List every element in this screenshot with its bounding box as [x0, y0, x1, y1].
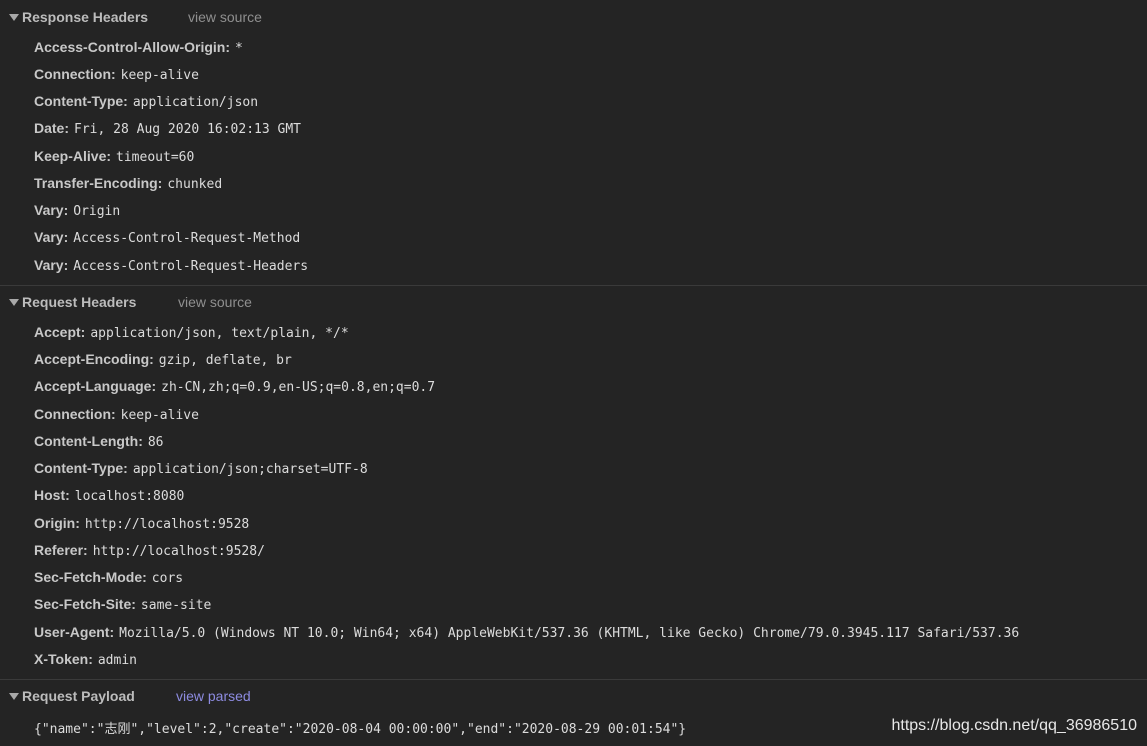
- response-headers-header[interactable]: Response Headers view source: [0, 8, 1147, 30]
- header-row: Sec-Fetch-Site: same-site: [34, 596, 211, 616]
- header-row: Vary: Access-Control-Request-Headers: [34, 257, 308, 277]
- header-value: Fri, 28 Aug 2020 16:02:13 GMT: [74, 122, 301, 137]
- header-row: Vary: Origin: [34, 202, 120, 222]
- request-headers-header[interactable]: Request Headers view source: [0, 293, 1147, 315]
- header-name: Content-Length:: [34, 433, 143, 449]
- header-value: application/json, text/plain, */*: [90, 326, 349, 341]
- header-name: Connection:: [34, 66, 116, 82]
- header-value: same-site: [140, 598, 212, 613]
- header-value: Mozilla/5.0 (Windows NT 10.0; Win64; x64…: [119, 626, 1020, 641]
- view-parsed-link[interactable]: view parsed: [176, 688, 251, 704]
- request-headers-title[interactable]: Request Headers: [22, 294, 136, 310]
- header-row: Access-Control-Allow-Origin: *: [34, 39, 243, 59]
- response-view-source-link[interactable]: view source: [188, 9, 262, 25]
- caret-down-icon[interactable]: [9, 14, 19, 21]
- header-row: Connection: keep-alive: [34, 66, 199, 86]
- header-name: Accept-Encoding:: [34, 351, 154, 367]
- request-view-source-link[interactable]: view source: [178, 294, 252, 310]
- header-row: Content-Type: application/json: [34, 93, 258, 113]
- header-value: keep-alive: [120, 408, 199, 423]
- header-row: Keep-Alive: timeout=60: [34, 148, 194, 168]
- header-value: keep-alive: [120, 68, 199, 83]
- header-row: Connection: keep-alive: [34, 406, 199, 426]
- header-value: http://localhost:9528: [84, 517, 250, 532]
- request-payload-header[interactable]: Request Payload view parsed: [0, 687, 1147, 709]
- header-row: X-Token: admin: [34, 651, 137, 671]
- section-divider: [0, 679, 1147, 680]
- header-name: User-Agent:: [34, 624, 115, 640]
- payload-body: {"name":"志刚","level":2,"create":"2020-08…: [34, 722, 687, 737]
- header-row: Referer: http://localhost:9528/: [34, 542, 265, 562]
- header-name: Origin:: [34, 515, 80, 531]
- header-name: Content-Type:: [34, 460, 128, 476]
- header-name: Vary:: [34, 229, 69, 245]
- header-name: Transfer-Encoding:: [34, 175, 163, 191]
- response-headers-title[interactable]: Response Headers: [22, 9, 148, 25]
- header-name: Sec-Fetch-Mode:: [34, 569, 147, 585]
- header-value: timeout=60: [116, 150, 195, 165]
- header-name: Content-Type:: [34, 93, 128, 109]
- header-name: Vary:: [34, 257, 69, 273]
- watermark-url: https://blog.csdn.net/qq_36986510: [891, 717, 1137, 734]
- header-value: chunked: [167, 177, 223, 192]
- header-value: http://localhost:9528/: [92, 544, 265, 559]
- header-name: Accept:: [34, 324, 86, 340]
- header-name: X-Token:: [34, 651, 93, 667]
- header-name: Date:: [34, 120, 70, 136]
- header-value: cors: [151, 571, 184, 586]
- header-row: Transfer-Encoding: chunked: [34, 175, 222, 195]
- header-value: gzip, deflate, br: [158, 353, 292, 368]
- header-value: Access-Control-Request-Method: [73, 231, 301, 246]
- header-value: 86: [147, 435, 164, 450]
- header-value: Origin: [73, 204, 121, 219]
- header-name: Access-Control-Allow-Origin:: [34, 39, 231, 55]
- header-value: zh-CN,zh;q=0.9,en-US;q=0.8,en;q=0.7: [161, 380, 436, 395]
- header-row: Accept-Language: zh-CN,zh;q=0.9,en-US;q=0…: [34, 378, 435, 398]
- header-name: Sec-Fetch-Site:: [34, 596, 136, 612]
- header-row: Origin: http://localhost:9528: [34, 515, 249, 535]
- header-row: Content-Type: application/json;charset=UT…: [34, 460, 368, 480]
- header-value: application/json;charset=UTF-8: [132, 462, 368, 477]
- header-value: localhost:8080: [74, 489, 185, 504]
- header-row: Host: localhost:8080: [34, 487, 184, 507]
- header-row: Vary: Access-Control-Request-Method: [34, 229, 300, 249]
- header-name: Connection:: [34, 406, 116, 422]
- header-row: Date: Fri, 28 Aug 2020 16:02:13 GMT: [34, 120, 301, 140]
- header-name: Accept-Language:: [34, 378, 157, 394]
- header-value: Access-Control-Request-Headers: [73, 259, 309, 274]
- header-name: Referer:: [34, 542, 88, 558]
- header-name: Keep-Alive:: [34, 148, 112, 164]
- header-row: Sec-Fetch-Mode: cors: [34, 569, 183, 589]
- header-row: User-Agent: Mozilla/5.0 (Windows NT 10.0;…: [34, 624, 1019, 644]
- request-payload-title[interactable]: Request Payload: [22, 688, 135, 704]
- header-row: Accept-Encoding: gzip, deflate, br: [34, 351, 292, 371]
- header-value: admin: [97, 653, 137, 668]
- header-name: Vary:: [34, 202, 69, 218]
- header-value: application/json: [132, 95, 259, 110]
- caret-down-icon[interactable]: [9, 693, 19, 700]
- header-row: Content-Length: 86: [34, 433, 164, 453]
- caret-down-icon[interactable]: [9, 299, 19, 306]
- section-divider: [0, 285, 1147, 286]
- header-name: Host:: [34, 487, 70, 503]
- header-value: *: [235, 41, 243, 56]
- header-row: Accept: application/json, text/plain, */*: [34, 324, 349, 344]
